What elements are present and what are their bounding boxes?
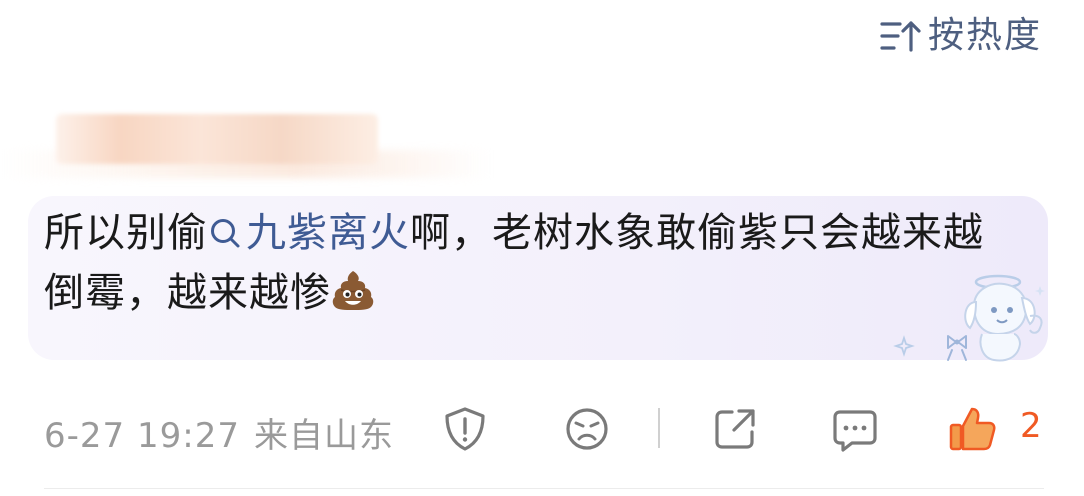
reply-icon[interactable] <box>830 404 880 454</box>
topic-link[interactable]: 九紫离火 <box>208 210 410 256</box>
like-icon[interactable] <box>948 404 998 454</box>
sort-label: 按热度 <box>927 15 1042 56</box>
blurred-username <box>56 114 378 164</box>
dislike-icon[interactable] <box>562 404 612 454</box>
like-count: 2 <box>1020 406 1042 446</box>
angel-puppy-sticker <box>893 274 1045 362</box>
comment-footer: 6-27 19:27 来自山东 2 <box>44 400 1044 456</box>
share-icon[interactable] <box>710 404 760 454</box>
report-icon[interactable] <box>440 404 490 454</box>
comment-text-before: 所以别偷 <box>44 210 208 256</box>
poop-emoji-icon <box>332 271 374 310</box>
bottom-divider <box>44 488 1044 489</box>
sort-by-hot-button[interactable]: 按热度 <box>880 14 1042 58</box>
comment-meta: 6-27 19:27 来自山东 <box>44 408 394 457</box>
action-divider <box>658 408 660 448</box>
topic-label: 九紫离火 <box>246 210 410 256</box>
comment-time: 6-27 19:27 <box>44 416 240 456</box>
sort-icon <box>880 21 921 52</box>
comment-location: 来自山东 <box>253 416 394 456</box>
search-icon <box>211 219 240 248</box>
comment-text: 所以别偷 九紫离火啊，老树水象敢偷紫只会越来越倒霉，越来越惨 <box>44 203 1014 323</box>
